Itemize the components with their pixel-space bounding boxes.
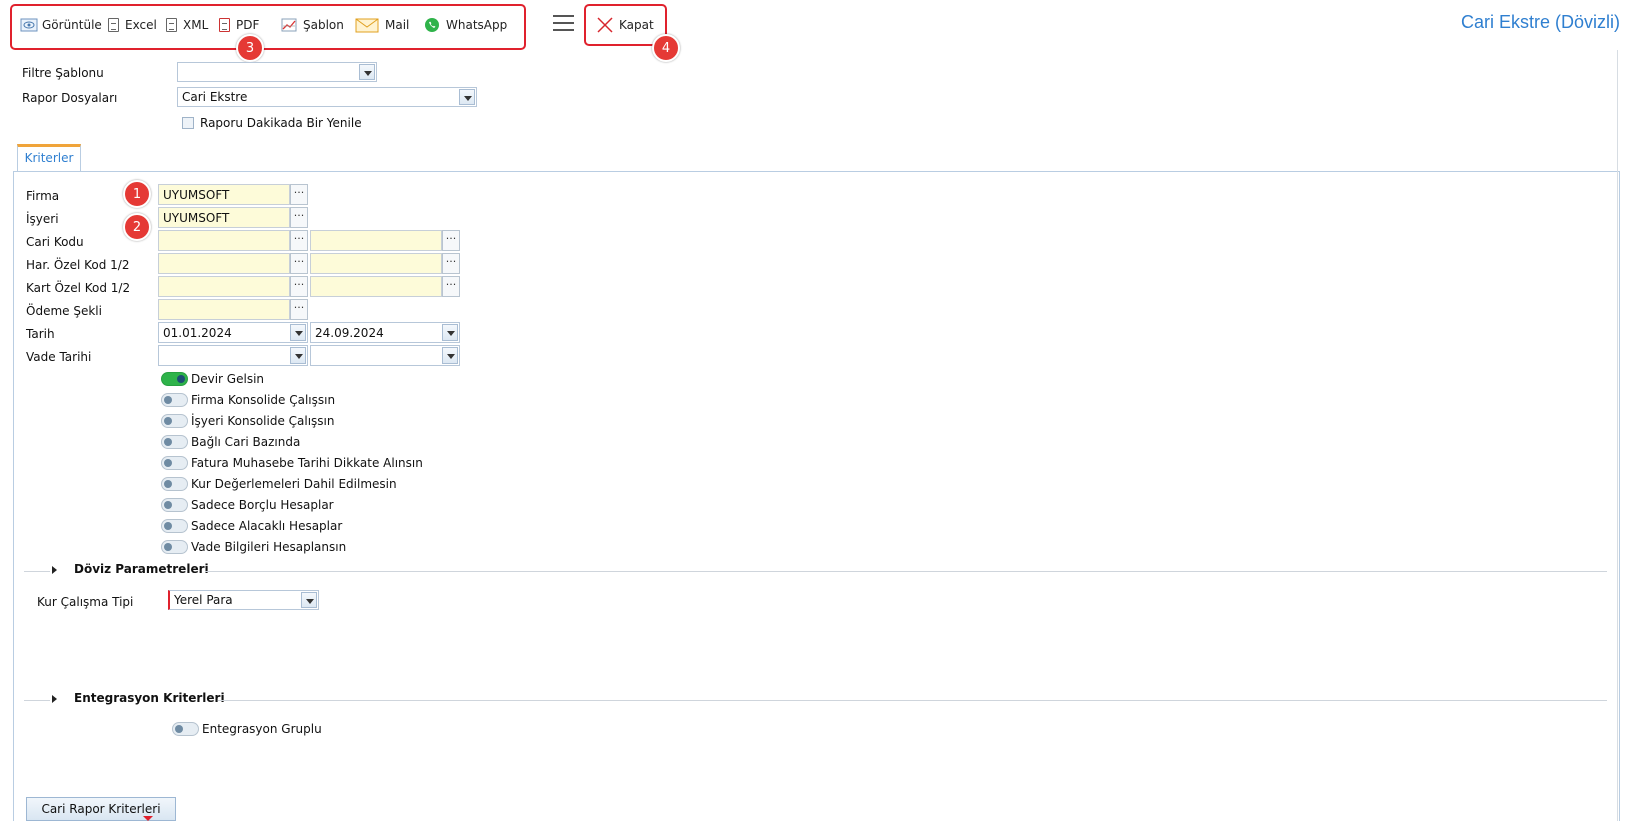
caret-right-icon[interactable] [52,695,57,703]
vade-tarihi-label: Vade Tarihi [26,350,92,364]
toggle-vade-bilgileri[interactable] [161,540,188,554]
firma-input[interactable]: UYUMSOFT [158,184,290,205]
toggle-firma-konsolide[interactable] [161,393,188,407]
page-title: Cari Ekstre (Dövizli) [1460,12,1620,32]
odeme-sekli-lookup-button[interactable]: ··· [290,299,308,320]
tarih-label: Tarih [26,327,55,341]
chevron-down-icon[interactable] [442,324,458,341]
chevron-down-icon[interactable] [459,89,475,105]
odeme-sekli-input[interactable] [158,299,290,320]
odeme-sekli-label: Ödeme Şekli [26,304,102,318]
toggle-label: Sadece Alacaklı Hesaplar [191,519,343,533]
section-divider [218,700,1607,701]
kur-calisma-tipi-label: Kur Çalışma Tipi [37,595,134,609]
entegrasyon-gruplu-label: Entegrasyon Gruplu [202,722,322,736]
annotation-badge-3: 3 [236,34,264,62]
chevron-down-icon[interactable] [442,347,458,364]
cari-kodu-end-input[interactable] [310,230,442,251]
cari-kodu-label: Cari Kodu [26,235,84,249]
kur-calisma-tipi-select[interactable]: Yerel Para [168,590,319,610]
tab-cari-rapor-kriterleri[interactable]: Cari Rapor Kriterleri [26,797,176,821]
tarih-end-value: 24.09.2024 [315,326,384,340]
section-divider [205,571,1607,572]
annotation-badge-4: 4 [652,34,680,62]
toggle-fatura-muhasebe[interactable] [161,456,188,470]
caret-right-icon[interactable] [52,566,57,574]
tab-kriterler[interactable]: Kriterler [17,144,81,172]
refresh-label: Raporu Dakikada Bir Yenile [200,116,362,130]
kart-ozel-kod-1-input[interactable] [158,276,290,297]
toggle-label: İşyeri Konsolide Çalışsın [191,414,335,428]
hamburger-menu-icon[interactable] [553,15,574,31]
tarih-end-date[interactable]: 24.09.2024 [310,322,460,343]
toggle-kur-degerlemeleri[interactable] [161,477,188,491]
rapor-dosyalari-select[interactable]: Cari Ekstre [177,87,477,107]
har-ozel-kod-2-input[interactable] [310,253,442,274]
chevron-down-icon[interactable] [301,592,317,608]
kart-ozel-kod-label: Kart Özel Kod 1/2 [26,281,131,295]
kart-ozel-kod-2-lookup-button[interactable]: ··· [442,276,460,297]
toggle-label: Firma Konsolide Çalışsın [191,393,336,407]
toggle-label: Bağlı Cari Bazında [191,435,301,449]
toggle-label: Vade Bilgileri Hesaplansın [191,540,347,554]
kart-ozel-kod-1-lookup-button[interactable]: ··· [290,276,308,297]
chevron-down-icon[interactable] [290,347,306,364]
rapor-dosyalari-label: Rapor Dosyaları [22,91,118,105]
vade-end-date[interactable] [310,345,460,366]
filtre-sablonu-select[interactable] [177,62,377,82]
toggle-devir-gelsin[interactable] [161,372,188,386]
toggle-label: Devir Gelsin [191,372,265,386]
har-ozel-kod-1-lookup-button[interactable]: ··· [290,253,308,274]
isyeri-label: İşyeri [26,212,59,226]
har-ozel-kod-label: Har. Özel Kod 1/2 [26,258,130,272]
filtre-sablonu-label: Filtre Şablonu [22,66,104,80]
har-ozel-kod-2-lookup-button[interactable]: ··· [442,253,460,274]
cari-kodu-start-input[interactable] [158,230,290,251]
firma-label: Firma [26,189,60,203]
refresh-checkbox[interactable] [182,117,194,129]
toggle-entegrasyon-gruplu[interactable] [172,722,199,736]
rapor-dosyalari-value: Cari Ekstre [182,90,248,104]
toggle-label: Kur Değerlemeleri Dahil Edilmesin [191,477,397,491]
caret-down-icon [143,816,153,821]
cari-kodu-end-lookup-button[interactable]: ··· [442,230,460,251]
doviz-section-title[interactable]: Döviz Parametreleri [74,562,209,576]
kart-ozel-kod-2-input[interactable] [310,276,442,297]
isyeri-lookup-button[interactable]: ··· [290,207,308,228]
toggle-label: Sadece Borçlu Hesaplar [191,498,334,512]
isyeri-input[interactable]: UYUMSOFT [158,207,290,228]
kur-calisma-tipi-value: Yerel Para [174,593,233,607]
chevron-down-icon[interactable] [290,324,306,341]
section-divider [24,571,50,572]
tarih-start-date[interactable]: 01.01.2024 [158,322,308,343]
chevron-down-icon[interactable] [359,64,375,80]
toggle-bagli-cari[interactable] [161,435,188,449]
entegrasyon-section-title[interactable]: Entegrasyon Kriterleri [74,691,225,705]
section-divider [24,700,50,701]
tarih-start-value: 01.01.2024 [163,326,232,340]
scrollbar-track[interactable] [1617,50,1618,821]
firma-lookup-button[interactable]: ··· [290,184,308,205]
har-ozel-kod-1-input[interactable] [158,253,290,274]
cari-kodu-start-lookup-button[interactable]: ··· [290,230,308,251]
annotation-badge-1: 1 [123,180,151,208]
vade-start-date[interactable] [158,345,308,366]
toggle-label: Fatura Muhasebe Tarihi Dikkate Alınsın [191,456,423,470]
annotation-badge-2: 2 [123,213,151,241]
toggle-sadece-borclu[interactable] [161,498,188,512]
toggle-isyeri-konsolide[interactable] [161,414,188,428]
toolbar-highlight-box [10,4,526,50]
toggle-sadece-alacakli[interactable] [161,519,188,533]
